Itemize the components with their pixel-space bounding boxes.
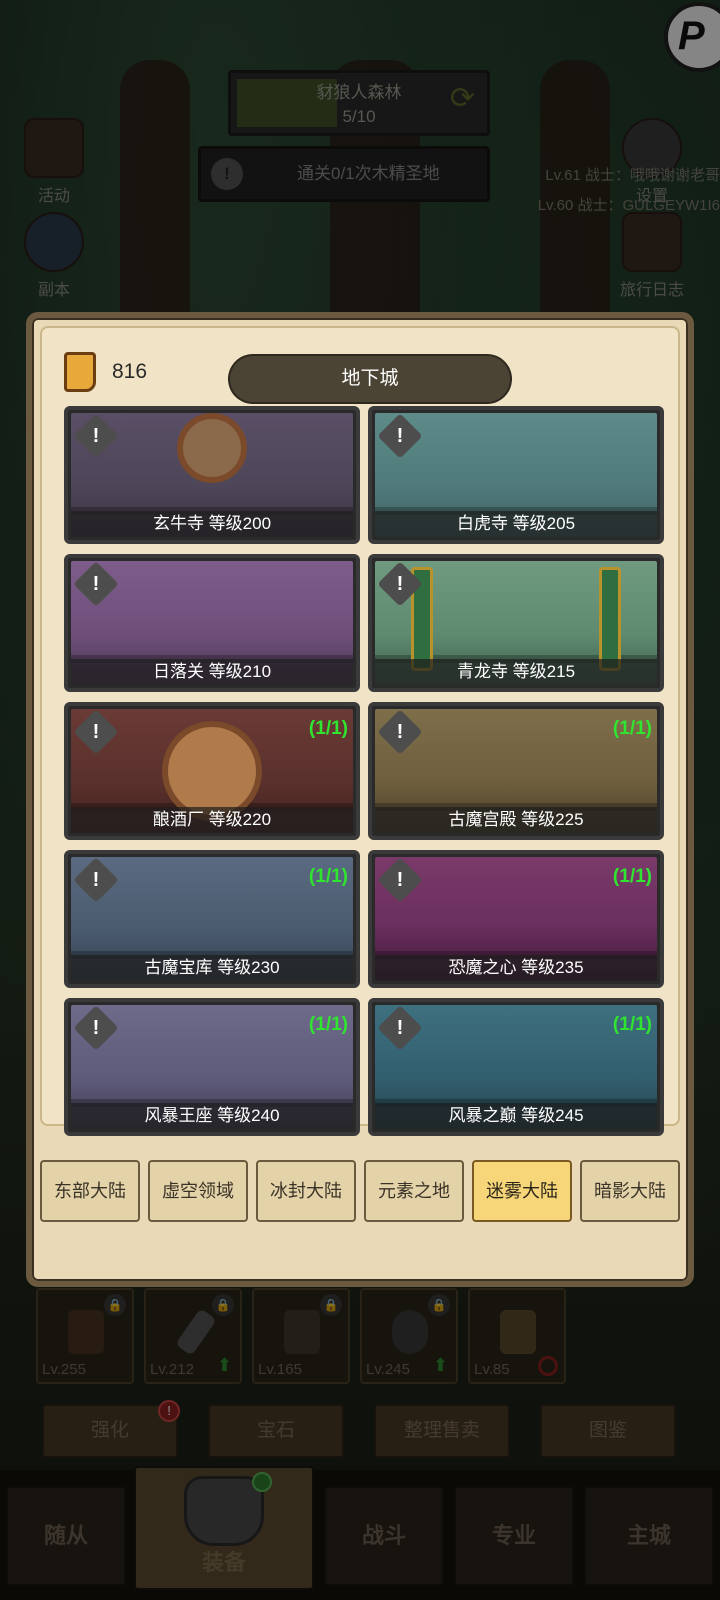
- info-icon[interactable]: !: [73, 1005, 119, 1051]
- dungeon-name: 风暴王座 等级240: [71, 1103, 353, 1129]
- dungeon-name: 风暴之巅 等级245: [375, 1103, 657, 1129]
- dungeon-name: 恐魔之心 等级235: [375, 955, 657, 981]
- dungeon-name: 玄牛寺 等级200: [71, 511, 353, 537]
- dungeon-card[interactable]: ! 日落关 等级210: [64, 554, 360, 692]
- dungeon-card[interactable]: ! (1/1) 酿酒厂 等级220: [64, 702, 360, 840]
- dungeon-card[interactable]: ! (1/1) 古魔宫殿 等级225: [368, 702, 664, 840]
- region-tab-eastern-continent[interactable]: 东部大陆: [40, 1160, 140, 1222]
- dungeon-name: 青龙寺 等级215: [375, 659, 657, 685]
- entry-count: (1/1): [308, 1014, 348, 1035]
- entry-count: (1/1): [612, 866, 652, 887]
- scroll-icon: [64, 352, 96, 392]
- dungeon-name: 日落关 等级210: [71, 659, 353, 685]
- info-icon[interactable]: !: [377, 1005, 423, 1051]
- dungeon-card[interactable]: ! (1/1) 古魔宝库 等级230: [64, 850, 360, 988]
- dungeon-name: 酿酒厂 等级220: [71, 807, 353, 833]
- info-icon[interactable]: !: [377, 857, 423, 903]
- entry-count: (1/1): [308, 718, 348, 739]
- region-tab-frozen-continent[interactable]: 冰封大陆: [256, 1160, 356, 1222]
- dungeon-name: 白虎寺 等级205: [375, 511, 657, 537]
- currency-amount: 816: [112, 360, 148, 383]
- region-tab-elemental-land[interactable]: 元素之地: [364, 1160, 464, 1222]
- jade-pillar: [599, 567, 621, 671]
- info-icon[interactable]: !: [73, 561, 119, 607]
- entry-count: (1/1): [612, 718, 652, 739]
- dungeon-panel: 816 地下城 ! 玄牛寺 等级200 ! 白虎寺 等级205 ! 日落关 等级…: [40, 326, 680, 1136]
- dungeon-name: 古魔宫殿 等级225: [375, 807, 657, 833]
- dungeon-card[interactable]: ! 青龙寺 等级215: [368, 554, 664, 692]
- dungeon-card[interactable]: ! (1/1) 风暴王座 等级240: [64, 998, 360, 1136]
- brewery-emblem: [162, 721, 262, 821]
- modal-title: 地下城: [230, 356, 510, 402]
- dungeon-card[interactable]: ! 白虎寺 等级205: [368, 406, 664, 544]
- dungeon-grid: ! 玄牛寺 等级200 ! 白虎寺 等级205 ! 日落关 等级210 ! 青龙…: [64, 406, 672, 1138]
- info-icon[interactable]: !: [73, 857, 119, 903]
- dungeon-card[interactable]: ! (1/1) 恐魔之心 等级235: [368, 850, 664, 988]
- entry-count: (1/1): [612, 1014, 652, 1035]
- info-icon[interactable]: !: [73, 413, 119, 459]
- dungeon-modal: 816 地下城 ! 玄牛寺 等级200 ! 白虎寺 等级205 ! 日落关 等级…: [26, 312, 694, 1287]
- info-icon[interactable]: !: [377, 413, 423, 459]
- dungeon-card[interactable]: ! 玄牛寺 等级200: [64, 406, 360, 544]
- gong-emblem: [177, 413, 247, 483]
- region-tab-void-realm[interactable]: 虚空领域: [148, 1160, 248, 1222]
- region-tab-shadow-continent[interactable]: 暗影大陆: [580, 1160, 680, 1222]
- info-icon[interactable]: !: [377, 561, 423, 607]
- region-tab-mist-continent[interactable]: 迷雾大陆: [472, 1160, 572, 1222]
- info-icon[interactable]: !: [377, 709, 423, 755]
- entry-count: (1/1): [308, 866, 348, 887]
- dungeon-name: 古魔宝库 等级230: [71, 955, 353, 981]
- dungeon-card[interactable]: ! (1/1) 风暴之巅 等级245: [368, 998, 664, 1136]
- info-icon[interactable]: !: [73, 709, 119, 755]
